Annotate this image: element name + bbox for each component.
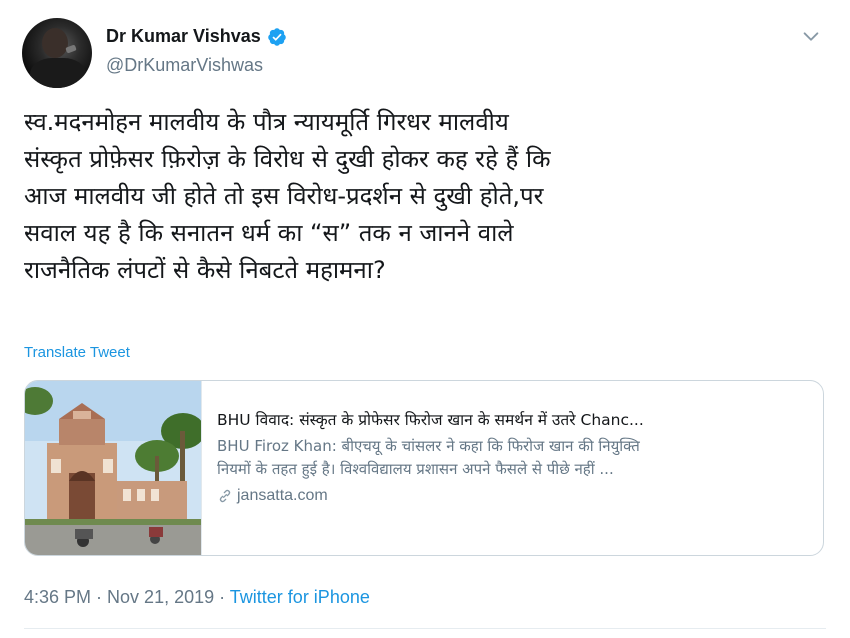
card-body: BHU विवाद: संस्कृत के प्रोफेसर फिरोज खान… bbox=[217, 409, 813, 505]
card-title[interactable]: BHU विवाद: संस्कृत के प्रोफेसर फिरोज खान… bbox=[217, 409, 813, 431]
divider bbox=[24, 628, 826, 629]
tweet-text-line: राजनैतिक लंपटों से कैसे निबटते महामना? bbox=[24, 256, 386, 284]
tweet-text-line: आज मालवीय जी होते तो इस विरोध-प्रदर्शन स… bbox=[24, 182, 544, 210]
card-description: BHU Firoz Khan: बीएचयू के चांसलर ने कहा … bbox=[217, 435, 813, 481]
link-preview-card[interactable]: BHU विवाद: संस्कृत के प्रोफेसर फिरोज खान… bbox=[24, 380, 824, 556]
tweet-footer: 4:36 PM · Nov 21, 2019 · Twitter for iPh… bbox=[24, 587, 370, 608]
card-thumbnail-image bbox=[25, 381, 202, 555]
card-domain-text: jansatta.com bbox=[237, 487, 328, 504]
chevron-down-icon[interactable] bbox=[800, 26, 822, 48]
link-icon bbox=[219, 489, 231, 503]
author-handle[interactable]: @DrKumarVishwas bbox=[106, 55, 263, 76]
author-name-row: Dr Kumar Vishvas bbox=[106, 26, 287, 47]
tweet-date[interactable]: Nov 21, 2019 bbox=[107, 587, 214, 607]
tweet-text: स्व.मदनमोहन मालवीय के पौत्र न्यायमूर्ति … bbox=[24, 104, 814, 289]
translate-tweet-link[interactable]: Translate Tweet bbox=[24, 344, 130, 361]
avatar[interactable] bbox=[22, 18, 92, 88]
card-description-line: BHU Firoz Khan: बीएचयू के चांसलर ने कहा … bbox=[217, 437, 640, 455]
tweet: Dr Kumar Vishvas @DrKumarVishwas स्व.मदन… bbox=[0, 0, 850, 638]
verified-badge-icon bbox=[267, 27, 286, 46]
tweet-text-line: संस्कृत प्रोफ़ेसर फ़िरोज़ के विरोध से दु… bbox=[24, 145, 551, 173]
tweet-time[interactable]: 4:36 PM bbox=[24, 587, 91, 607]
footer-separator: · bbox=[214, 587, 230, 607]
tweet-source-link[interactable]: Twitter for iPhone bbox=[230, 587, 370, 607]
tweet-text-line: स्व.मदनमोहन मालवीय के पौत्र न्यायमूर्ति … bbox=[24, 108, 509, 136]
card-domain: jansatta.com bbox=[217, 487, 813, 505]
tweet-text-line: सवाल यह है कि सनातन धर्म का “स” तक न जान… bbox=[24, 219, 514, 247]
author-name[interactable]: Dr Kumar Vishvas bbox=[106, 26, 261, 47]
card-description-line: नियमों के तहत हुई है। विश्वविद्यालय प्रश… bbox=[217, 460, 614, 478]
footer-separator: · bbox=[91, 587, 108, 607]
